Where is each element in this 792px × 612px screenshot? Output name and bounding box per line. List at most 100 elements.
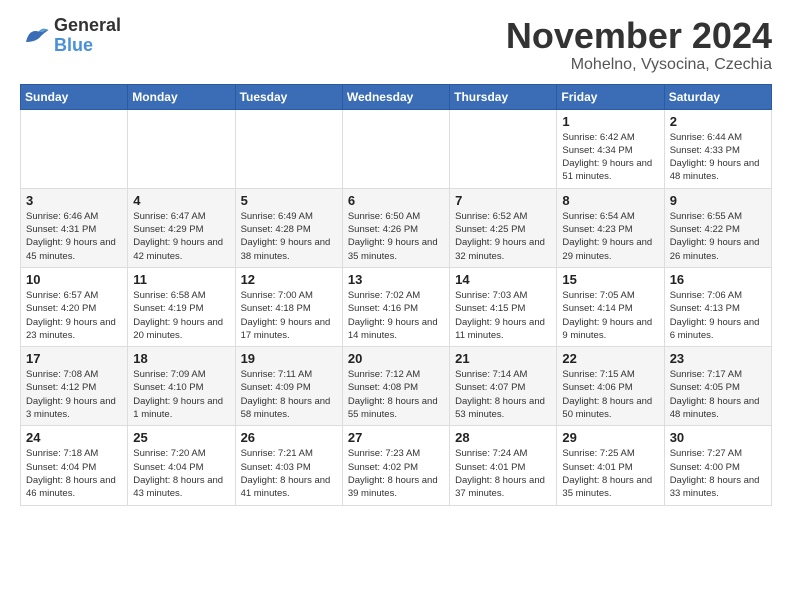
day-info: Sunrise: 6:54 AM Sunset: 4:23 PM Dayligh… bbox=[562, 210, 658, 263]
table-row: 15 Sunrise: 7:05 AM Sunset: 4:14 PM Dayli… bbox=[557, 267, 664, 346]
table-row bbox=[235, 109, 342, 188]
table-row: 11 Sunrise: 6:58 AM Sunset: 4:19 PM Dayli… bbox=[128, 267, 235, 346]
day-number: 6 bbox=[348, 193, 444, 208]
col-sunday: Sunday bbox=[21, 84, 128, 109]
page: General Blue November 2024 Mohelno, Vyso… bbox=[0, 0, 792, 612]
col-friday: Friday bbox=[557, 84, 664, 109]
day-info: Sunrise: 7:08 AM Sunset: 4:12 PM Dayligh… bbox=[26, 368, 122, 421]
table-row bbox=[21, 109, 128, 188]
day-number: 5 bbox=[241, 193, 337, 208]
table-row: 30 Sunrise: 7:27 AM Sunset: 4:00 PM Dayli… bbox=[664, 426, 771, 505]
table-row: 13 Sunrise: 7:02 AM Sunset: 4:16 PM Dayli… bbox=[342, 267, 449, 346]
col-thursday: Thursday bbox=[450, 84, 557, 109]
day-info: Sunrise: 7:17 AM Sunset: 4:05 PM Dayligh… bbox=[670, 368, 766, 421]
day-number: 1 bbox=[562, 114, 658, 129]
table-row: 27 Sunrise: 7:23 AM Sunset: 4:02 PM Dayli… bbox=[342, 426, 449, 505]
table-row bbox=[450, 109, 557, 188]
table-row: 25Sunrise: 7:20 AM Sunset: 4:04 PM Dayli… bbox=[128, 426, 235, 505]
table-row: 3 Sunrise: 6:46 AM Sunset: 4:31 PM Daylig… bbox=[21, 188, 128, 267]
table-row: 9 Sunrise: 6:55 AM Sunset: 4:22 PM Daylig… bbox=[664, 188, 771, 267]
table-row: 2Sunrise: 6:44 AM Sunset: 4:33 PM Daylig… bbox=[664, 109, 771, 188]
day-number: 29 bbox=[562, 430, 658, 445]
day-number: 15 bbox=[562, 272, 658, 287]
calendar: Sunday Monday Tuesday Wednesday Thursday… bbox=[20, 84, 772, 506]
day-number: 21 bbox=[455, 351, 551, 366]
day-info: Sunrise: 7:23 AM Sunset: 4:02 PM Dayligh… bbox=[348, 447, 444, 500]
day-info: Sunrise: 7:03 AM Sunset: 4:15 PM Dayligh… bbox=[455, 289, 551, 342]
day-number: 20 bbox=[348, 351, 444, 366]
table-row: 16 Sunrise: 7:06 AM Sunset: 4:13 PM Dayli… bbox=[664, 267, 771, 346]
table-row: 10 Sunrise: 6:57 AM Sunset: 4:20 PM Dayli… bbox=[21, 267, 128, 346]
day-number: 3 bbox=[26, 193, 122, 208]
table-row bbox=[128, 109, 235, 188]
day-number: 30 bbox=[670, 430, 766, 445]
col-saturday: Saturday bbox=[664, 84, 771, 109]
logo-bird-icon bbox=[20, 21, 50, 51]
table-row: 29 Sunrise: 7:25 AM Sunset: 4:01 PM Dayli… bbox=[557, 426, 664, 505]
table-row: 19Sunrise: 7:11 AM Sunset: 4:09 PM Dayli… bbox=[235, 347, 342, 426]
day-info: Sunrise: 6:58 AM Sunset: 4:19 PM Dayligh… bbox=[133, 289, 229, 342]
day-info: Sunrise: 7:06 AM Sunset: 4:13 PM Dayligh… bbox=[670, 289, 766, 342]
day-number: 24 bbox=[26, 430, 122, 445]
day-number: 18 bbox=[133, 351, 229, 366]
day-number: 28 bbox=[455, 430, 551, 445]
day-info: Sunrise: 7:24 AM Sunset: 4:01 PM Dayligh… bbox=[455, 447, 551, 500]
day-number: 7 bbox=[455, 193, 551, 208]
table-row: 28 Sunrise: 7:24 AM Sunset: 4:01 PM Dayli… bbox=[450, 426, 557, 505]
calendar-week-row: 3 Sunrise: 6:46 AM Sunset: 4:31 PM Daylig… bbox=[21, 188, 772, 267]
day-info: Sunrise: 6:57 AM Sunset: 4:20 PM Dayligh… bbox=[26, 289, 122, 342]
day-number: 9 bbox=[670, 193, 766, 208]
day-info: Sunrise: 6:50 AM Sunset: 4:26 PM Dayligh… bbox=[348, 210, 444, 263]
col-wednesday: Wednesday bbox=[342, 84, 449, 109]
table-row: 18 Sunrise: 7:09 AM Sunset: 4:10 PM Dayli… bbox=[128, 347, 235, 426]
logo-text: General Blue bbox=[54, 16, 121, 56]
header: General Blue November 2024 Mohelno, Vyso… bbox=[20, 16, 772, 74]
day-number: 14 bbox=[455, 272, 551, 287]
month-title: November 2024 bbox=[506, 16, 772, 56]
day-info: Sunrise: 6:46 AM Sunset: 4:31 PM Dayligh… bbox=[26, 210, 122, 263]
calendar-week-row: 24 Sunrise: 7:18 AM Sunset: 4:04 PM Dayli… bbox=[21, 426, 772, 505]
day-info: Sunrise: 7:15 AM Sunset: 4:06 PM Dayligh… bbox=[562, 368, 658, 421]
day-info: Sunrise: 6:52 AM Sunset: 4:25 PM Dayligh… bbox=[455, 210, 551, 263]
table-row: 12Sunrise: 7:00 AM Sunset: 4:18 PM Dayli… bbox=[235, 267, 342, 346]
day-info: Sunrise: 7:12 AM Sunset: 4:08 PM Dayligh… bbox=[348, 368, 444, 421]
day-info: Sunrise: 7:11 AM Sunset: 4:09 PM Dayligh… bbox=[241, 368, 337, 421]
day-number: 4 bbox=[133, 193, 229, 208]
table-row: 17Sunrise: 7:08 AM Sunset: 4:12 PM Dayli… bbox=[21, 347, 128, 426]
day-number: 13 bbox=[348, 272, 444, 287]
location: Mohelno, Vysocina, Czechia bbox=[506, 56, 772, 74]
day-info: Sunrise: 7:18 AM Sunset: 4:04 PM Dayligh… bbox=[26, 447, 122, 500]
day-info: Sunrise: 6:44 AM Sunset: 4:33 PM Dayligh… bbox=[670, 131, 766, 184]
day-info: Sunrise: 7:25 AM Sunset: 4:01 PM Dayligh… bbox=[562, 447, 658, 500]
day-info: Sunrise: 7:21 AM Sunset: 4:03 PM Dayligh… bbox=[241, 447, 337, 500]
day-info: Sunrise: 7:14 AM Sunset: 4:07 PM Dayligh… bbox=[455, 368, 551, 421]
table-row: 22Sunrise: 7:15 AM Sunset: 4:06 PM Dayli… bbox=[557, 347, 664, 426]
day-number: 10 bbox=[26, 272, 122, 287]
day-info: Sunrise: 7:09 AM Sunset: 4:10 PM Dayligh… bbox=[133, 368, 229, 421]
day-number: 11 bbox=[133, 272, 229, 287]
day-number: 27 bbox=[348, 430, 444, 445]
table-row: 24 Sunrise: 7:18 AM Sunset: 4:04 PM Dayli… bbox=[21, 426, 128, 505]
table-row: 1 Sunrise: 6:42 AM Sunset: 4:34 PM Daylig… bbox=[557, 109, 664, 188]
table-row: 5 Sunrise: 6:49 AM Sunset: 4:28 PM Daylig… bbox=[235, 188, 342, 267]
day-info: Sunrise: 7:05 AM Sunset: 4:14 PM Dayligh… bbox=[562, 289, 658, 342]
table-row: 23Sunrise: 7:17 AM Sunset: 4:05 PM Dayli… bbox=[664, 347, 771, 426]
col-monday: Monday bbox=[128, 84, 235, 109]
day-info: Sunrise: 7:27 AM Sunset: 4:00 PM Dayligh… bbox=[670, 447, 766, 500]
day-info: Sunrise: 7:02 AM Sunset: 4:16 PM Dayligh… bbox=[348, 289, 444, 342]
table-row: 14 Sunrise: 7:03 AM Sunset: 4:15 PM Dayli… bbox=[450, 267, 557, 346]
calendar-week-row: 17Sunrise: 7:08 AM Sunset: 4:12 PM Dayli… bbox=[21, 347, 772, 426]
day-info: Sunrise: 6:42 AM Sunset: 4:34 PM Dayligh… bbox=[562, 131, 658, 184]
calendar-week-row: 1 Sunrise: 6:42 AM Sunset: 4:34 PM Daylig… bbox=[21, 109, 772, 188]
table-row: 8Sunrise: 6:54 AM Sunset: 4:23 PM Daylig… bbox=[557, 188, 664, 267]
day-info: Sunrise: 6:49 AM Sunset: 4:28 PM Dayligh… bbox=[241, 210, 337, 263]
day-info: Sunrise: 6:55 AM Sunset: 4:22 PM Dayligh… bbox=[670, 210, 766, 263]
day-number: 12 bbox=[241, 272, 337, 287]
day-number: 16 bbox=[670, 272, 766, 287]
table-row: 20 Sunrise: 7:12 AM Sunset: 4:08 PM Dayli… bbox=[342, 347, 449, 426]
logo: General Blue bbox=[20, 16, 121, 56]
day-number: 25 bbox=[133, 430, 229, 445]
day-number: 26 bbox=[241, 430, 337, 445]
col-tuesday: Tuesday bbox=[235, 84, 342, 109]
calendar-week-row: 10 Sunrise: 6:57 AM Sunset: 4:20 PM Dayli… bbox=[21, 267, 772, 346]
